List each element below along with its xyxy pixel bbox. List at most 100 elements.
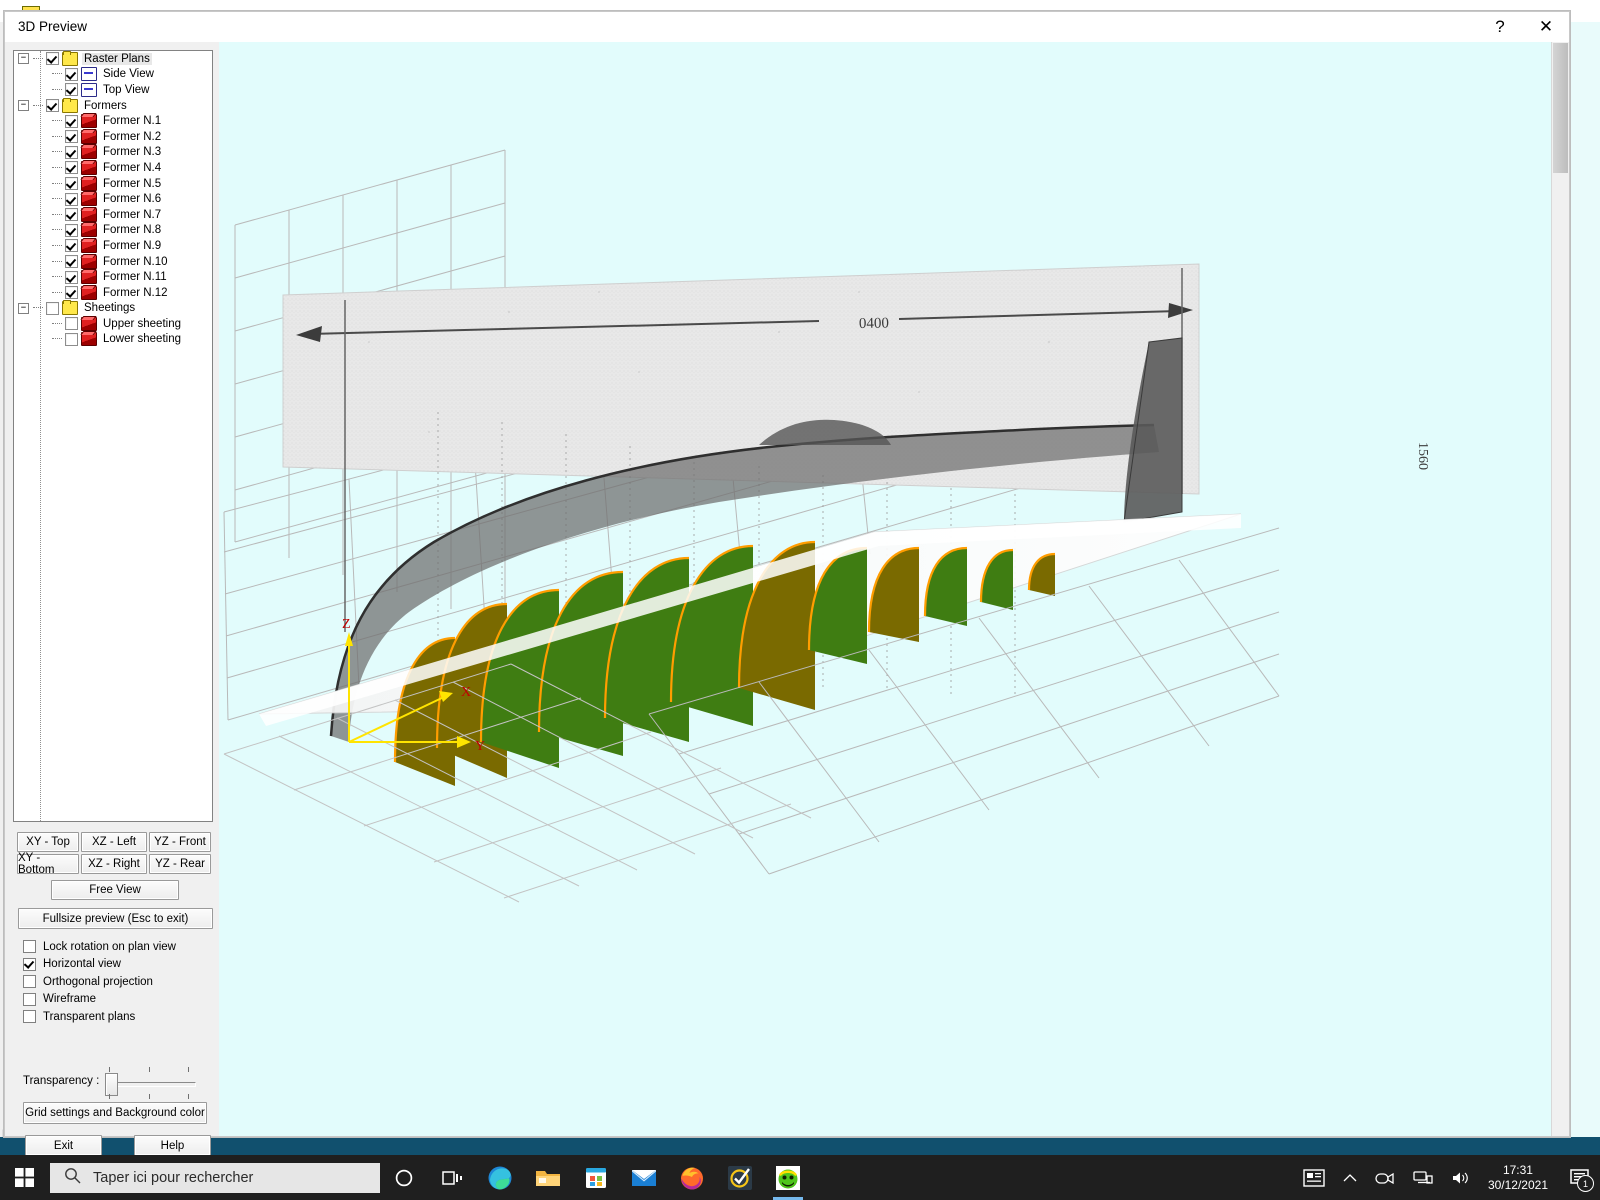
transparency-slider[interactable]	[105, 1064, 196, 1099]
tree-node-former-n-10[interactable]: Former N.10	[14, 254, 212, 270]
tree-expander-icon[interactable]: −	[18, 302, 29, 314]
tree-node-checkbox[interactable]	[65, 286, 78, 300]
slider-tick-top-2	[149, 1067, 150, 1072]
task-view-icon[interactable]	[428, 1155, 476, 1200]
option-checkbox[interactable]	[23, 957, 36, 971]
option-checkbox[interactable]	[23, 940, 36, 954]
clock-time: 17:31	[1502, 1162, 1533, 1177]
cortana-icon[interactable]	[380, 1155, 428, 1200]
free-view-button[interactable]: Free View	[51, 880, 179, 900]
tree-node-upper-sheeting[interactable]: Upper sheeting	[14, 316, 212, 332]
tree-node-former-n-4[interactable]: Former N.4	[14, 160, 212, 176]
tree-node-checkbox[interactable]	[65, 317, 78, 331]
notifications-button[interactable]: 1	[1560, 1155, 1600, 1200]
option-horizontal-view[interactable]: Horizontal view	[23, 956, 213, 974]
firefox-icon[interactable]	[668, 1155, 716, 1200]
volume-icon[interactable]	[1442, 1155, 1480, 1200]
tree-node-former-n-9[interactable]: Former N.9	[14, 238, 212, 254]
render-options-group: Lock rotation on plan view Horizontal vie…	[23, 938, 213, 1026]
exit-button[interactable]: Exit	[25, 1135, 102, 1156]
view-yz-front-button[interactable]: YZ - Front	[149, 832, 211, 852]
option-transparent-plans[interactable]: Transparent plans	[23, 1008, 213, 1026]
option-wireframe[interactable]: Wireframe	[23, 991, 213, 1009]
news-icon[interactable]	[1294, 1155, 1334, 1200]
tree-node-checkbox[interactable]	[65, 161, 78, 175]
clock[interactable]: 17:31 30/12/2021	[1480, 1155, 1560, 1200]
tree-node-checkbox[interactable]	[65, 255, 78, 269]
tree-expander-icon[interactable]: −	[18, 53, 29, 65]
plan-icon	[81, 82, 97, 97]
titlebar-help-button[interactable]: ?	[1477, 12, 1523, 42]
slider-track[interactable]	[109, 1082, 196, 1087]
fullsize-preview-button[interactable]: Fullsize preview (Esc to exit)	[18, 908, 213, 929]
microsoft-store-icon[interactable]	[572, 1155, 620, 1200]
tree-node-checkbox[interactable]	[65, 130, 78, 144]
tree-connector	[33, 307, 43, 309]
search-placeholder-text: Taper ici pour rechercher	[93, 1169, 254, 1186]
3d-viewport[interactable]: 0400 1560 Z X Y	[219, 42, 1551, 1136]
tree-node-former-n-3[interactable]: Former N.3	[14, 145, 212, 161]
tree-node-checkbox[interactable]	[65, 223, 78, 237]
network-icon[interactable]	[1404, 1155, 1442, 1200]
cube-icon	[81, 160, 97, 175]
tree-node-checkbox[interactable]	[46, 99, 59, 113]
tree-node-checkbox[interactable]	[65, 270, 78, 284]
search-input[interactable]: Taper ici pour rechercher	[50, 1162, 380, 1193]
tree-node-former-n-6[interactable]: Former N.6	[14, 191, 212, 207]
option-checkbox[interactable]	[23, 992, 36, 1006]
show-hidden-icons-icon[interactable]	[1334, 1155, 1366, 1200]
tree-node-side-view[interactable]: Side View	[14, 67, 212, 83]
edge-icon[interactable]	[476, 1155, 524, 1200]
tree-node-checkbox[interactable]	[46, 301, 59, 315]
tree-node-former-n-12[interactable]: Former N.12	[14, 285, 212, 301]
tree-node-checkbox[interactable]	[65, 83, 78, 97]
tree-node-sheetings[interactable]: − Sheetings	[14, 300, 212, 317]
tree-node-checkbox[interactable]	[46, 52, 59, 66]
view-xy-bottom-button[interactable]: XY - Bottom	[17, 852, 79, 876]
tree-node-formers[interactable]: − Formers	[14, 97, 212, 114]
option-checkbox[interactable]	[23, 975, 36, 989]
tree-connector	[52, 291, 62, 294]
tree-node-former-n-8[interactable]: Former N.8	[14, 223, 212, 239]
view-xy-top-button[interactable]: XY - Top	[17, 832, 79, 852]
tree-node-former-n-5[interactable]: Former N.5	[14, 176, 212, 192]
tree-node-former-n-7[interactable]: Former N.7	[14, 207, 212, 223]
camera-icon[interactable]	[1366, 1155, 1404, 1200]
option-lock-rotation-on-plan-view[interactable]: Lock rotation on plan view	[23, 938, 213, 956]
tree-expander-icon[interactable]: −	[18, 100, 29, 112]
view-yz-rear-button[interactable]: YZ - Rear	[149, 854, 211, 874]
grid-settings-button[interactable]: Grid settings and Background color	[23, 1102, 207, 1124]
start-button[interactable]	[0, 1155, 48, 1200]
checkmark-app-icon[interactable]	[716, 1155, 764, 1200]
tree-node-label: Upper sheeting	[103, 317, 181, 330]
help-button[interactable]: Help	[134, 1135, 211, 1156]
tree-node-checkbox[interactable]	[65, 208, 78, 222]
option-orthogonal-projection[interactable]: Orthogonal projection	[23, 973, 213, 991]
viewport-scrollbar-thumb[interactable]	[1553, 43, 1568, 173]
viewport-scrollbar[interactable]	[1551, 42, 1569, 1136]
mail-icon[interactable]	[620, 1155, 668, 1200]
tree-node-raster-plans[interactable]: − Raster Plans	[14, 51, 212, 67]
option-checkbox[interactable]	[23, 1010, 36, 1024]
tree-node-former-n-1[interactable]: Former N.1	[14, 113, 212, 129]
file-explorer-icon[interactable]	[524, 1155, 572, 1200]
tree-node-lower-sheeting[interactable]: Lower sheeting	[14, 332, 212, 348]
plan-designer-app-icon[interactable]	[764, 1155, 812, 1200]
view-xz-left-button[interactable]: XZ - Left	[81, 832, 147, 852]
folder-icon	[62, 97, 78, 113]
object-tree[interactable]: − Raster Plans Side View Top View − Formers Fo…	[13, 50, 213, 822]
tree-node-checkbox[interactable]	[65, 114, 78, 128]
slider-thumb[interactable]	[105, 1073, 118, 1096]
tree-node-checkbox[interactable]	[65, 332, 78, 346]
tree-node-checkbox[interactable]	[65, 67, 78, 81]
view-xz-right-button[interactable]: XZ - Right	[81, 854, 147, 874]
tree-node-label: Raster Plans	[82, 52, 152, 65]
close-icon[interactable]: ✕	[1523, 12, 1569, 42]
tree-node-checkbox[interactable]	[65, 192, 78, 206]
tree-node-checkbox[interactable]	[65, 239, 78, 253]
tree-node-top-view[interactable]: Top View	[14, 82, 212, 98]
tree-node-checkbox[interactable]	[65, 177, 78, 191]
tree-node-checkbox[interactable]	[65, 145, 78, 159]
tree-node-former-n-2[interactable]: Former N.2	[14, 129, 212, 145]
tree-node-former-n-11[interactable]: Former N.11	[14, 269, 212, 285]
